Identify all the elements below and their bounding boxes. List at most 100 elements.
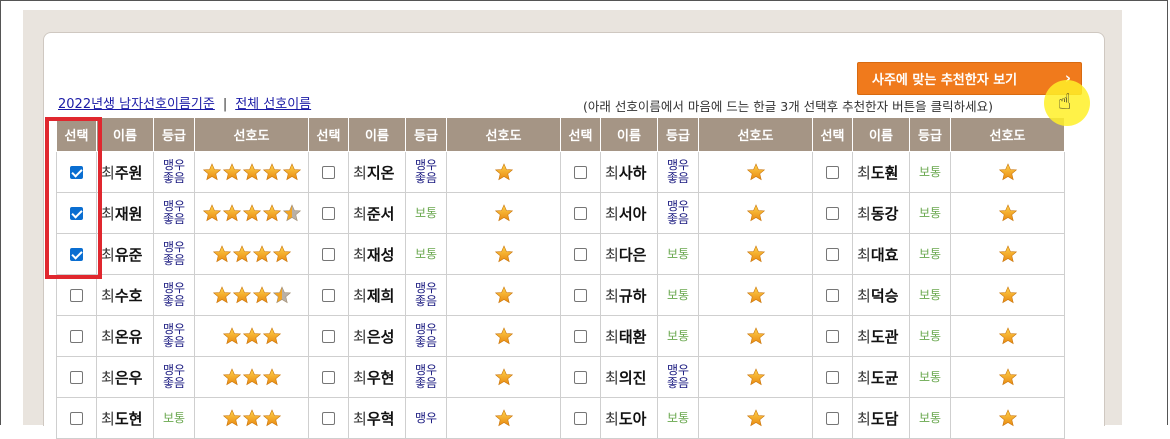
preference-cell bbox=[698, 233, 813, 275]
name-checkbox[interactable] bbox=[826, 207, 839, 220]
header-grade: 등급 bbox=[153, 117, 195, 152]
name-checkbox[interactable] bbox=[70, 371, 83, 384]
surname: 최 bbox=[353, 245, 367, 264]
select-cell bbox=[560, 315, 601, 357]
name-checkbox[interactable] bbox=[826, 412, 839, 425]
name-cell: 최수호 bbox=[96, 274, 154, 316]
name-cell: 최우현 bbox=[348, 356, 406, 398]
cursor-highlight: ☝ bbox=[1044, 80, 1090, 126]
name-checkbox[interactable] bbox=[574, 371, 587, 384]
table-row: 최수호 맹우 좋음 최제희 맹우 좋음 최규하 보통 최덕승 보통 bbox=[56, 274, 1065, 316]
grade-cell: 맹우 좋음 bbox=[657, 192, 699, 234]
surname: 최 bbox=[605, 163, 619, 182]
name-checkbox[interactable] bbox=[574, 412, 587, 425]
name-cell: 최의진 bbox=[600, 356, 658, 398]
star-icon bbox=[212, 245, 231, 263]
name-checkbox[interactable] bbox=[70, 412, 83, 425]
name-checkbox[interactable] bbox=[826, 330, 839, 343]
star-icon bbox=[272, 245, 291, 263]
name-checkbox[interactable] bbox=[322, 289, 335, 302]
grade-cell: 보통 bbox=[909, 356, 951, 398]
preference-cell bbox=[698, 192, 813, 234]
star-icon bbox=[998, 327, 1017, 345]
name-checkbox[interactable] bbox=[826, 289, 839, 302]
recommend-hanja-label: 사주에 맞는 추천한자 보기 bbox=[872, 73, 1018, 88]
select-cell bbox=[560, 397, 601, 439]
select-cell bbox=[812, 356, 853, 398]
star-icon bbox=[282, 163, 301, 181]
star-icon bbox=[272, 286, 291, 304]
surname: 최 bbox=[353, 368, 367, 387]
star-icon bbox=[746, 163, 765, 181]
star-rating bbox=[998, 409, 1018, 427]
name-checkbox[interactable] bbox=[826, 166, 839, 179]
year-basis-link[interactable]: 2022년생 남자선호이름기준 bbox=[58, 97, 215, 112]
given-name: 준서 bbox=[366, 204, 395, 223]
name-checkbox[interactable] bbox=[574, 166, 587, 179]
given-name: 은성 bbox=[366, 327, 395, 346]
star-icon bbox=[282, 204, 301, 222]
name-checkbox[interactable] bbox=[322, 248, 335, 261]
all-names-link[interactable]: 전체 선호이름 bbox=[235, 97, 311, 112]
grade-cell: 맹우 좋음 bbox=[405, 315, 447, 357]
given-name: 다은 bbox=[618, 245, 647, 264]
name-cell: 최유준 bbox=[96, 233, 154, 275]
select-cell bbox=[560, 151, 601, 193]
select-cell bbox=[812, 274, 853, 316]
name-checkbox[interactable] bbox=[322, 166, 335, 179]
preference-cell bbox=[950, 274, 1065, 316]
star-rating bbox=[494, 163, 514, 181]
name-checkbox[interactable] bbox=[826, 371, 839, 384]
surname: 최 bbox=[353, 286, 367, 305]
header-grade: 등급 bbox=[657, 117, 699, 152]
name-checkbox[interactable] bbox=[322, 330, 335, 343]
star-rating bbox=[212, 286, 292, 304]
name-checkbox[interactable] bbox=[70, 330, 83, 343]
name-checkbox[interactable] bbox=[574, 330, 587, 343]
select-cell bbox=[560, 233, 601, 275]
preference-cell bbox=[446, 233, 561, 275]
name-checkbox[interactable] bbox=[322, 207, 335, 220]
grade-cell: 맹우 좋음 bbox=[153, 192, 195, 234]
star-icon bbox=[242, 163, 261, 181]
given-name: 도훤 bbox=[870, 163, 899, 182]
star-icon bbox=[242, 368, 261, 386]
table-row: 최주원 맹우 좋음 최지온 맹우 좋음 최사하 맹우 좋음 최도훤 보통 bbox=[56, 151, 1065, 193]
given-name: 주원 bbox=[114, 163, 143, 182]
star-icon bbox=[222, 163, 241, 181]
surname: 최 bbox=[605, 245, 619, 264]
select-cell bbox=[812, 233, 853, 275]
preference-cell bbox=[950, 151, 1065, 193]
star-icon bbox=[212, 286, 231, 304]
name-checkbox[interactable] bbox=[574, 289, 587, 302]
name-checkbox[interactable] bbox=[574, 207, 587, 220]
grade-cell: 맹우 좋음 bbox=[153, 356, 195, 398]
table-row: 최유준 맹우 좋음 최재성 보통 최다은 보통 최대효 보통 bbox=[56, 233, 1065, 275]
header-preference: 선호도 bbox=[950, 117, 1065, 152]
name-checkbox[interactable] bbox=[322, 412, 335, 425]
star-icon bbox=[242, 327, 261, 345]
grade-cell: 맹우 좋음 bbox=[405, 274, 447, 316]
preference-cell bbox=[446, 151, 561, 193]
star-icon bbox=[998, 368, 1017, 386]
star-icon bbox=[252, 245, 271, 263]
grade-cell: 보통 bbox=[909, 192, 951, 234]
surname: 최 bbox=[605, 286, 619, 305]
name-checkbox[interactable] bbox=[826, 248, 839, 261]
name-checkbox[interactable] bbox=[574, 248, 587, 261]
preference-cell bbox=[446, 397, 561, 439]
grade-cell: 맹우 좋음 bbox=[153, 151, 195, 193]
name-checkbox[interactable] bbox=[322, 371, 335, 384]
name-cell: 최지온 bbox=[348, 151, 406, 193]
preference-cell bbox=[194, 356, 309, 398]
name-checkbox[interactable] bbox=[70, 289, 83, 302]
name-cell: 최덕승 bbox=[852, 274, 910, 316]
select-cell bbox=[308, 151, 349, 193]
surname: 최 bbox=[353, 327, 367, 346]
star-icon bbox=[262, 204, 281, 222]
star-rating bbox=[746, 368, 766, 386]
select-cell bbox=[308, 315, 349, 357]
filter-links: 2022년생 남자선호이름기준 | 전체 선호이름 bbox=[58, 93, 311, 112]
star-icon bbox=[998, 245, 1017, 263]
surname: 최 bbox=[857, 163, 871, 182]
